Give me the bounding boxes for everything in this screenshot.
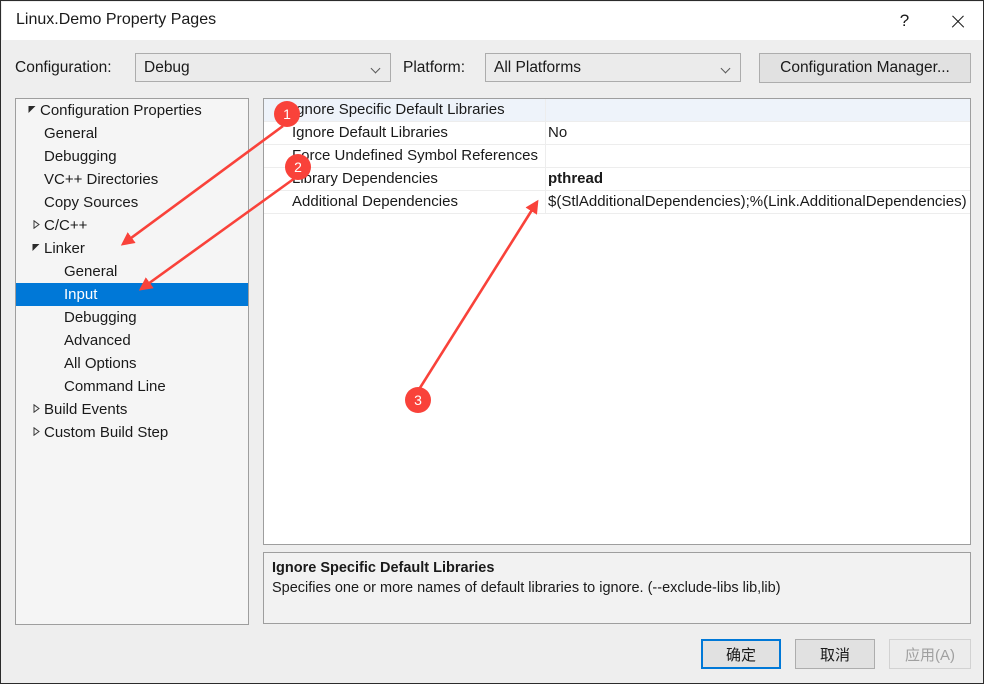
tree-item-linker[interactable]: Linker (16, 237, 248, 260)
tree-item-label: Copy Sources (44, 194, 139, 211)
property-name: Library Dependencies (292, 170, 438, 187)
tree-item-label: Command Line (64, 378, 166, 395)
tree-item-command-line[interactable]: Command Line (16, 375, 248, 398)
property-name: Additional Dependencies (292, 193, 458, 210)
tree-item-label: C/C++ (44, 217, 88, 234)
property-pages-dialog: Linux.Demo Property Pages ? Configuratio… (0, 0, 984, 684)
configuration-manager-button[interactable]: Configuration Manager... (759, 53, 971, 83)
tree-item-custom-build-step[interactable]: Custom Build Step (16, 421, 248, 444)
window-title: Linux.Demo Property Pages (16, 11, 217, 28)
tree-item-label: General (64, 263, 118, 280)
column-divider (545, 122, 546, 144)
tree-item-debugging[interactable]: Debugging (16, 306, 248, 329)
property-row[interactable]: Additional Dependencies $(StlAdditionalDe… (264, 191, 970, 214)
property-row[interactable]: Force Undefined Symbol References (264, 145, 970, 168)
tree-item-vc-directories[interactable]: VC++ Directories (16, 168, 248, 191)
property-value[interactable]: $(StlAdditionalDependencies);%(Link.Addi… (548, 191, 967, 213)
property-name: Ignore Default Libraries (292, 124, 448, 141)
properties-tree[interactable]: Configuration Properties General Debugging… (15, 98, 249, 625)
property-value[interactable]: pthread (548, 168, 603, 190)
tree-item-copy-sources[interactable]: Copy Sources (16, 191, 248, 214)
platform-label: Platform: (403, 59, 466, 76)
tree-item-input[interactable]: Input (16, 283, 248, 306)
tree-item-label: Debugging (44, 148, 117, 165)
column-divider (545, 168, 546, 190)
tree-item-label: Input (64, 286, 98, 303)
tree-item-label: Debugging (64, 309, 137, 326)
close-glyph (950, 14, 965, 29)
expander-collapsed-icon (28, 219, 44, 231)
column-divider (545, 99, 546, 121)
chevron-down-icon (372, 65, 381, 71)
tree-item-label: Custom Build Step (44, 424, 169, 441)
platform-value: All Platforms (494, 58, 581, 76)
property-name: Force Undefined Symbol References (292, 147, 538, 164)
tree-item-all-options[interactable]: All Options (16, 352, 248, 375)
expander-collapsed-icon (28, 403, 44, 415)
tree-item-label: Configuration Properties (40, 102, 202, 119)
tree-item-debugging[interactable]: Debugging (16, 145, 248, 168)
tree-item-label: Linker (44, 240, 85, 257)
tree-item-general[interactable]: General (16, 122, 248, 145)
description-title: Ignore Specific Default Libraries (272, 560, 495, 576)
tree-item-label: General (44, 125, 98, 142)
property-row[interactable]: Ignore Specific Default Libraries (264, 99, 970, 122)
column-divider (545, 145, 546, 167)
tree-item-label: Advanced (64, 332, 131, 349)
apply-button[interactable]: 应用(A) (889, 639, 971, 669)
configuration-value: Debug (144, 58, 190, 76)
description-panel: Ignore Specific Default Libraries Specif… (263, 552, 971, 624)
tree-item-advanced[interactable]: Advanced (16, 329, 248, 352)
description-body: Specifies one or more names of default l… (272, 580, 781, 596)
chevron-down-icon (722, 65, 731, 71)
expander-expanded-icon (28, 243, 44, 254)
property-grid[interactable]: Ignore Specific Default Libraries Ignore … (263, 98, 971, 545)
column-divider (545, 191, 546, 213)
property-value[interactable]: No (548, 122, 567, 144)
tree-item-label: Build Events (44, 401, 128, 418)
close-icon[interactable] (935, 3, 980, 39)
tree-item-label: All Options (64, 355, 137, 372)
property-row[interactable]: Ignore Default Libraries No (264, 122, 970, 145)
expander-collapsed-icon (28, 426, 44, 438)
property-name: Ignore Specific Default Libraries (292, 101, 505, 118)
help-glyph: ? (899, 11, 910, 30)
configuration-combobox[interactable]: Debug (135, 53, 391, 82)
tree-item-general[interactable]: General (16, 260, 248, 283)
platform-combobox[interactable]: All Platforms (485, 53, 741, 82)
cancel-button[interactable]: 取消 (795, 639, 875, 669)
help-icon[interactable]: ? (882, 3, 927, 39)
tree-item-build-events[interactable]: Build Events (16, 398, 248, 421)
tree-item-configuration-properties[interactable]: Configuration Properties (16, 99, 248, 122)
ok-button[interactable]: 确定 (701, 639, 781, 669)
title-bar: Linux.Demo Property Pages ? (2, 2, 983, 40)
tree-item-c-c[interactable]: C/C++ (16, 214, 248, 237)
expander-expanded-icon (24, 105, 40, 116)
configuration-label: Configuration: (15, 59, 112, 76)
tree-item-label: VC++ Directories (44, 171, 159, 188)
property-row[interactable]: Library Dependencies pthread (264, 168, 970, 191)
